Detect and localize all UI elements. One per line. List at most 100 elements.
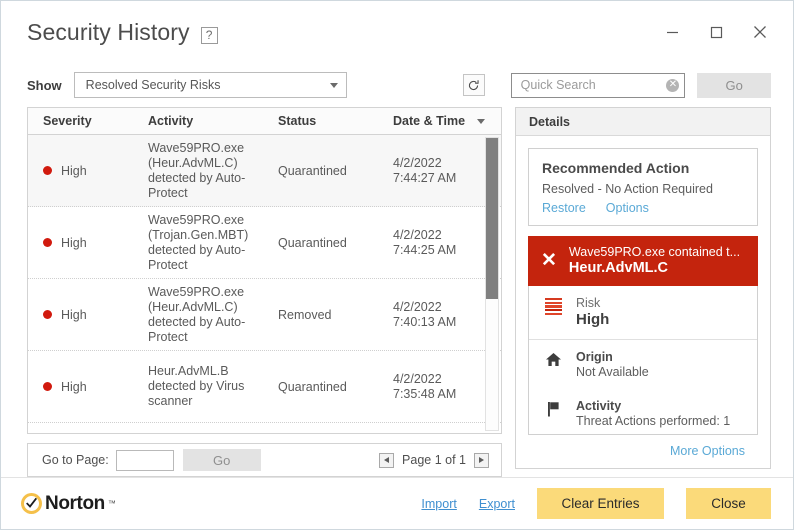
cell-date-time: 4/2/2022 7:44:27 AM: [378, 156, 501, 186]
options-link[interactable]: Options: [606, 201, 649, 215]
severity-label: High: [61, 379, 87, 394]
cell-status: Removed: [278, 307, 332, 322]
severity-dot-icon: [43, 238, 52, 247]
recommended-action-box: Recommended Action Resolved - No Action …: [528, 148, 758, 226]
content-area: Severity Activity Status Date & Time Hig…: [1, 107, 793, 477]
filter-dropdown-value: Resolved Security Risks: [85, 78, 221, 92]
table-row[interactable]: High Heur.AdvML.B detected by Virus scann…: [28, 351, 501, 423]
sort-descending-icon: [477, 118, 486, 124]
meta-key-activity: Activity: [576, 399, 622, 413]
table-row[interactable]: High Wave59PRO.exe (Heur.AdvML.C) detecte…: [28, 135, 501, 207]
home-icon: [542, 350, 564, 367]
cell-severity: High: [28, 164, 133, 178]
recommended-action-status: Resolved - No Action Required: [542, 182, 713, 196]
export-link[interactable]: Export: [479, 497, 515, 511]
goto-page-label: Go to Page:: [42, 453, 109, 467]
title-bar: Security History ?: [1, 1, 793, 63]
severity-dot-icon: [43, 166, 52, 175]
severity-label: High: [61, 163, 87, 178]
page-status: Page 1 of 1: [402, 453, 466, 467]
clear-entries-button[interactable]: Clear Entries: [537, 488, 664, 519]
restore-link[interactable]: Restore: [542, 201, 586, 215]
risk-bars-icon: [542, 296, 564, 315]
security-history-window: Security History ? Show Resolved Securit…: [0, 0, 794, 530]
chevron-right-icon: [479, 457, 484, 463]
meta-row-origin: Origin Not Available: [529, 339, 757, 390]
meta-value-origin: Not Available: [576, 365, 649, 379]
toolbar: Show Resolved Security Risks ✕ Go: [1, 63, 793, 107]
import-link[interactable]: Import: [421, 497, 456, 511]
cell-severity: High: [28, 236, 133, 250]
meta-value-activity: Threat Actions performed: 1: [576, 414, 731, 428]
meta-row-activity: Activity Threat Actions performed: 1: [529, 390, 757, 434]
page-title: Security History: [27, 18, 190, 45]
recommended-action-title: Recommended Action: [542, 160, 690, 176]
grid-body: High Wave59PRO.exe (Heur.AdvML.C) detecte…: [27, 135, 502, 434]
grid-scrollbar[interactable]: [485, 137, 499, 431]
details-header: Details: [516, 108, 770, 136]
cell-activity: Heur.AdvML.B detected by Virus scanner: [148, 364, 245, 408]
more-options-link[interactable]: More Options: [528, 436, 758, 468]
trademark-symbol: ™: [107, 498, 116, 508]
severity-label: High: [61, 307, 87, 322]
cell-status: Quarantined: [278, 379, 347, 394]
cell-date-time: 4/2/2022 7:35:48 AM: [378, 372, 501, 402]
goto-page-go-button[interactable]: Go: [182, 449, 261, 471]
filter-dropdown[interactable]: Resolved Security Risks: [73, 72, 348, 98]
cell-activity: Wave59PRO.exe (Heur.AdvML.C) detected by…: [148, 140, 246, 200]
chevron-down-icon: [330, 82, 339, 88]
search-input[interactable]: [520, 78, 667, 92]
norton-logo: Norton ™: [21, 493, 116, 515]
threat-alert-banner: ✕ Wave59PRO.exe contained t... Heur.AdvM…: [528, 236, 758, 286]
chevron-left-icon: [384, 457, 390, 463]
grid-header: Severity Activity Status Date & Time: [27, 107, 502, 135]
window-controls: [653, 1, 793, 63]
column-header-date-time-label: Date & Time: [393, 114, 466, 128]
alert-x-icon: ✕: [541, 250, 557, 271]
clear-icon[interactable]: ✕: [666, 78, 680, 92]
footer: Norton ™ Import Export Clear Entries Clo…: [1, 477, 793, 529]
previous-page-button[interactable]: [379, 452, 395, 468]
grid-scrollbar-thumb[interactable]: [486, 138, 498, 299]
details-panel: Details Recommended Action Resolved - No…: [515, 107, 771, 469]
cell-severity: High: [28, 380, 133, 394]
footer-actions: Import Export Clear Entries Close: [421, 488, 771, 519]
meta-key-risk: Risk: [576, 296, 601, 310]
column-header-status[interactable]: Status: [263, 114, 378, 128]
history-list-panel: Severity Activity Status Date & Time Hig…: [27, 107, 502, 477]
norton-checkmark-icon: [21, 493, 42, 514]
meta-row-risk: Risk High: [529, 286, 757, 339]
cell-status: Quarantined: [278, 163, 347, 178]
close-icon[interactable]: [741, 15, 779, 49]
goto-page-input[interactable]: [115, 449, 174, 471]
pager-nav: Page 1 of 1: [379, 452, 489, 468]
maximize-icon[interactable]: [697, 15, 735, 49]
show-label: Show: [27, 77, 62, 93]
column-header-date-time[interactable]: Date & Time: [378, 114, 501, 128]
pager: Go to Page: Go Page 1 of 1: [27, 443, 502, 477]
minimize-icon[interactable]: [653, 15, 691, 49]
search-go-button[interactable]: Go: [697, 72, 771, 98]
cell-date-time: 4/2/2022 7:40:13 AM: [378, 300, 501, 330]
search-input-wrapper[interactable]: ✕: [510, 72, 686, 98]
meta-key-origin: Origin: [576, 350, 613, 364]
table-row[interactable]: High Wave59PRO.exe (Trojan.Gen.MBT) detec…: [28, 207, 501, 279]
table-row[interactable]: High Wave59PRO.exe (Heur.AdvML.C) detecte…: [28, 279, 501, 351]
details-body: Recommended Action Resolved - No Action …: [516, 136, 770, 468]
help-icon[interactable]: ?: [200, 26, 218, 44]
severity-dot-icon: [43, 310, 52, 319]
close-button[interactable]: Close: [686, 488, 771, 519]
severity-dot-icon: [43, 382, 52, 391]
cell-severity: High: [28, 308, 133, 322]
recommended-action-links: Restore Options: [542, 201, 744, 215]
column-header-activity[interactable]: Activity: [133, 114, 263, 128]
cell-activity: Wave59PRO.exe (Trojan.Gen.MBT) detected …: [148, 212, 249, 272]
flag-icon: [542, 399, 564, 417]
norton-wordmark: Norton: [45, 492, 105, 514]
threat-alert-description: Wave59PRO.exe contained t...: [568, 245, 741, 259]
column-header-severity[interactable]: Severity: [28, 114, 133, 128]
cell-activity: Wave59PRO.exe (Heur.AdvML.C) detected by…: [148, 284, 246, 344]
refresh-icon[interactable]: [463, 74, 485, 96]
cell-date-time: 4/2/2022 7:44:25 AM: [378, 228, 501, 258]
next-page-button[interactable]: [474, 452, 489, 468]
